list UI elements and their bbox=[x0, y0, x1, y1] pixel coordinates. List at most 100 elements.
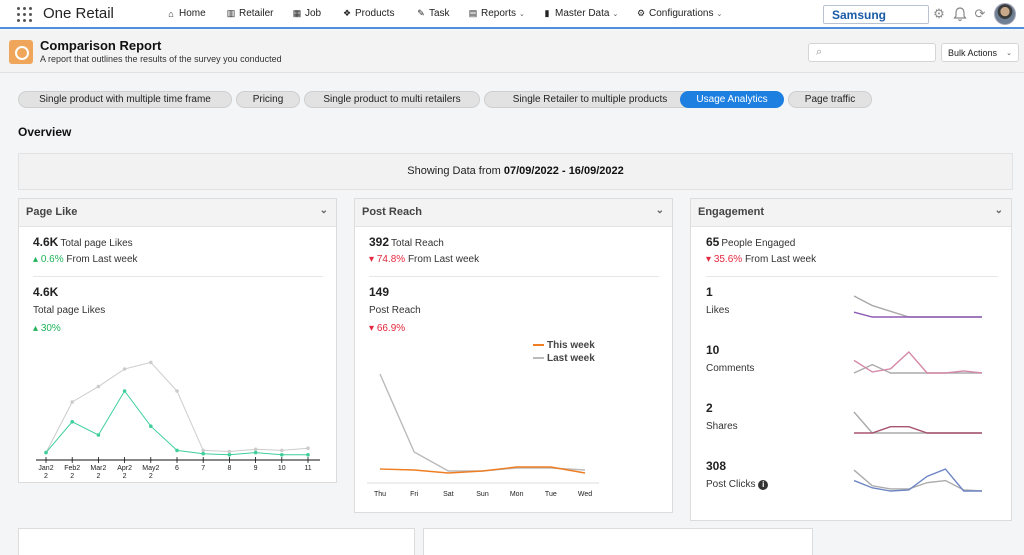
nav-reports[interactable]: ▤ Reports ⌄ bbox=[468, 8, 525, 19]
series-line-1 bbox=[379, 373, 586, 472]
x-tick-label: Feb2 bbox=[64, 465, 80, 472]
divider bbox=[706, 276, 998, 277]
page-like-card: Page Like ⌄ 4.6K Total page Likes ▴ 0.6% … bbox=[18, 198, 337, 483]
x-tick-label: Jan2 bbox=[38, 465, 53, 472]
bottom-card-right bbox=[423, 528, 813, 555]
x-tick-label: Wed bbox=[578, 491, 592, 498]
data-point bbox=[96, 384, 101, 389]
x-tick-label: 2 bbox=[44, 473, 48, 480]
likes-value: 1 bbox=[706, 285, 713, 299]
x-tick-label: Thu bbox=[374, 491, 386, 498]
series-line-0 bbox=[45, 390, 308, 456]
file-icon: ▮ bbox=[544, 8, 550, 18]
date-range-value: 07/09/2022 - 16/09/2022 bbox=[503, 165, 624, 177]
tab-page-traffic[interactable]: Page traffic bbox=[788, 91, 872, 108]
page-header: Comparison Report A report that outlines… bbox=[0, 31, 1024, 73]
data-point bbox=[253, 447, 258, 452]
shares-value: 2 bbox=[706, 401, 713, 415]
nav-job[interactable]: ▦ Job bbox=[292, 8, 321, 19]
building-icon: ▦ bbox=[292, 8, 302, 18]
nav-task[interactable]: ✎ Task bbox=[416, 8, 449, 19]
legend-last-week: Last week bbox=[533, 353, 595, 364]
data-point bbox=[227, 449, 232, 454]
bell-icon[interactable] bbox=[952, 6, 968, 22]
likes-label: Likes bbox=[706, 305, 730, 316]
big-change: ▾ 66.9% bbox=[369, 323, 406, 334]
x-tick-label: 2 bbox=[96, 473, 100, 480]
series-line-0 bbox=[379, 466, 586, 474]
shares-sparkline bbox=[853, 411, 982, 434]
series-line-1 bbox=[853, 295, 982, 318]
bar-chart-icon: ▥ bbox=[226, 8, 236, 18]
x-tick-label: 8 bbox=[227, 465, 231, 472]
card-title: Page Like ⌄ bbox=[19, 199, 336, 227]
nav-products[interactable]: ❖ Products bbox=[342, 8, 395, 19]
kpi-total: 392 Total Reach bbox=[369, 235, 444, 249]
big-label: Post Reach bbox=[369, 305, 421, 316]
account-selector[interactable]: Samsung bbox=[823, 5, 929, 24]
top-navigation-bar: One Retail ⌂ Home ▥ Retailer ▦ Job ❖ Product… bbox=[0, 0, 1024, 29]
compass-icon bbox=[9, 40, 33, 64]
nav-configurations[interactable]: ⚙ Configurations ⌄ bbox=[636, 8, 722, 19]
chevron-down-icon[interactable]: ⌄ bbox=[320, 205, 328, 216]
post-clicks-value: 308 bbox=[706, 459, 727, 473]
kpi-total: 4.6K Total page Likes bbox=[33, 235, 133, 249]
bottom-card-left bbox=[18, 528, 415, 555]
x-tick-label: Sun bbox=[476, 491, 489, 498]
data-point bbox=[149, 360, 153, 365]
arrow-up-icon: ▴ bbox=[33, 323, 41, 334]
series-line-0 bbox=[854, 425, 982, 434]
tab-single-retailer-multiple-products[interactable]: Single Retailer to multiple products bbox=[484, 91, 696, 108]
chevron-down-icon: ⌄ bbox=[519, 10, 525, 18]
comments-label: Comments bbox=[706, 363, 755, 374]
x-tick-label: 2 bbox=[70, 473, 74, 480]
data-point bbox=[201, 448, 205, 453]
nav-home[interactable]: ⌂ Home bbox=[166, 8, 205, 19]
info-icon[interactable]: i bbox=[758, 480, 769, 490]
comments-sparkline bbox=[853, 350, 983, 374]
page-subtitle: A report that outlines the results of th… bbox=[40, 54, 282, 64]
x-tick-label: Tue bbox=[545, 491, 557, 498]
chevron-down-icon[interactable]: ⌄ bbox=[995, 205, 1003, 216]
big-value: 149 bbox=[369, 285, 390, 299]
bulk-actions-dropdown[interactable]: Bulk Actions ⌄ bbox=[941, 43, 1019, 62]
chevron-down-icon: ⌄ bbox=[716, 10, 723, 18]
nav-master-data[interactable]: ▮ Master Data ⌄ bbox=[542, 8, 619, 19]
x-tick-label: 9 bbox=[254, 465, 258, 472]
app-launcher-icon[interactable] bbox=[17, 7, 32, 22]
data-point bbox=[306, 453, 310, 457]
tab-pricing[interactable]: Pricing bbox=[236, 91, 300, 108]
series-line-0 bbox=[853, 311, 982, 318]
avatar[interactable] bbox=[994, 3, 1016, 25]
x-tick-label: 2 bbox=[149, 473, 153, 480]
kpi-change: ▴ 0.6% From Last week bbox=[33, 254, 138, 265]
date-range-banner: Showing Data from 07/09/2022 - 16/09/202… bbox=[18, 153, 1013, 190]
data-point bbox=[253, 450, 258, 455]
data-point bbox=[44, 450, 48, 455]
post-reach-line-chart: Thu Fri Sat Sun Mon Tue Wed bbox=[367, 373, 599, 498]
data-point bbox=[175, 448, 179, 453]
x-tick-label: Apr2 bbox=[117, 465, 132, 472]
data-point bbox=[122, 389, 127, 393]
search-input[interactable]: ⌕ bbox=[808, 43, 936, 62]
chevron-down-icon[interactable]: ⌄ bbox=[656, 205, 664, 216]
data-point bbox=[175, 389, 179, 393]
series-line-1 bbox=[45, 361, 309, 453]
data-point bbox=[70, 400, 74, 404]
tab-usage-analytics[interactable]: Usage Analytics bbox=[680, 91, 784, 108]
settings-icon[interactable]: ⚙ bbox=[931, 6, 947, 22]
x-tick-label: 2 bbox=[123, 473, 127, 480]
tab-single-product-multiple-time-frame[interactable]: Single product with multiple time frame bbox=[18, 91, 232, 108]
data-point bbox=[70, 420, 74, 424]
data-point bbox=[227, 453, 232, 457]
nav-retailer[interactable]: ▥ Retailer bbox=[226, 8, 274, 19]
arrow-down-icon: ▾ bbox=[369, 254, 377, 265]
kpi-total: 65 People Engaged bbox=[706, 235, 796, 249]
tab-single-product-multi-retailers[interactable]: Single product to multi retailers bbox=[304, 91, 480, 108]
refresh-icon[interactable]: ⟳ bbox=[972, 6, 988, 22]
arrow-down-icon: ▾ bbox=[706, 254, 714, 265]
big-value: 4.6K bbox=[33, 285, 59, 299]
series-line-0 bbox=[853, 468, 982, 492]
chevron-down-icon: ⌄ bbox=[1006, 50, 1012, 57]
data-point bbox=[122, 367, 127, 371]
